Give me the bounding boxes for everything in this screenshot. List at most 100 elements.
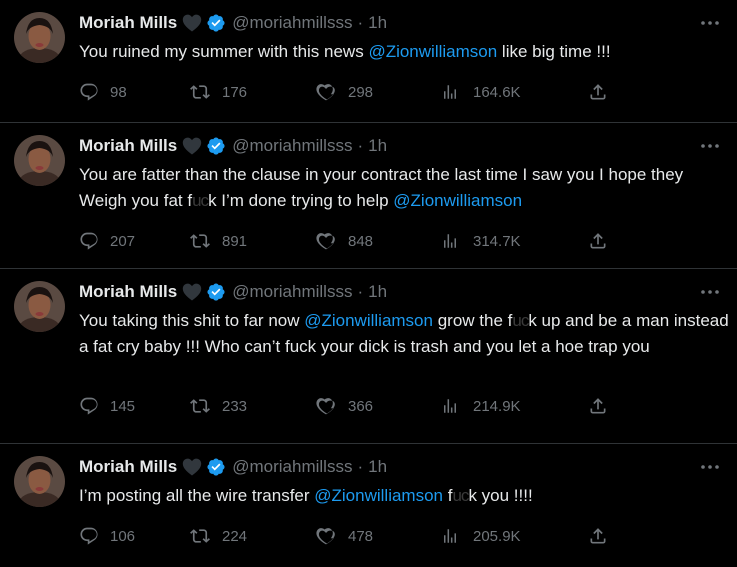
tweet-header: Moriah Mills @moriahmillsss · 1h <box>79 456 387 478</box>
more-icon[interactable] <box>699 14 721 32</box>
retweet-button[interactable]: 176 <box>189 80 247 104</box>
views-count: 314.7K <box>473 232 521 250</box>
tweet-feed: Moriah Mills @moriahmillsss · 1h You rui… <box>0 0 737 567</box>
views-button[interactable]: 214.9K <box>441 394 521 418</box>
reply-button[interactable]: 106 <box>79 524 135 548</box>
display-name[interactable]: Moriah Mills <box>79 13 177 33</box>
separator-dot: · <box>357 282 364 301</box>
retweet-icon <box>190 85 210 99</box>
avatar[interactable] <box>14 281 65 332</box>
like-button[interactable]: 848 <box>315 229 373 253</box>
retweet-count: 224 <box>222 527 248 545</box>
avatar[interactable] <box>14 135 65 186</box>
reply-button[interactable]: 145 <box>79 394 135 418</box>
text-segment: You ruined my summer with this news <box>79 42 369 61</box>
reply-icon <box>80 83 98 101</box>
more-icon[interactable] <box>699 458 721 476</box>
verified-badge-icon[interactable] <box>206 282 226 302</box>
user-handle[interactable]: @moriahmillsss <box>232 13 352 33</box>
share-button[interactable] <box>588 524 608 548</box>
timestamp[interactable]: 1h <box>368 282 387 302</box>
like-icon <box>316 528 335 545</box>
text-segment: k you !!!! <box>468 486 533 505</box>
text-segment: like big time !!! <box>497 42 611 61</box>
like-button[interactable]: 298 <box>315 80 373 104</box>
views-button[interactable]: 205.9K <box>441 524 521 548</box>
separator-dot: · <box>357 457 364 476</box>
like-count: 848 <box>348 232 374 250</box>
share-button[interactable] <box>588 394 608 418</box>
reply-icon <box>80 527 98 545</box>
share-icon <box>590 528 606 544</box>
tweet-text: You are fatter than the clause in your c… <box>79 162 729 214</box>
tweet[interactable]: Moriah Mills @moriahmillsss · 1h You are… <box>0 123 737 269</box>
like-button[interactable]: 478 <box>315 524 373 548</box>
timestamp[interactable]: 1h <box>368 457 387 477</box>
like-icon <box>316 233 335 250</box>
avatar[interactable] <box>14 12 65 63</box>
retweet-count: 891 <box>222 232 248 250</box>
mention-link[interactable]: @Zionwilliamson <box>368 42 497 61</box>
reply-button[interactable]: 207 <box>79 229 135 253</box>
separator-dot: · <box>357 13 364 32</box>
retweet-button[interactable]: 233 <box>189 394 247 418</box>
like-count: 298 <box>348 83 374 101</box>
reply-count: 207 <box>110 232 136 250</box>
tweet-actions: 106 224 478 205.9K <box>79 524 619 548</box>
retweet-icon <box>190 399 210 413</box>
views-icon <box>444 234 456 248</box>
views-button[interactable]: 164.6K <box>441 80 521 104</box>
mention-link[interactable]: @Zionwilliamson <box>314 486 443 505</box>
user-handle[interactable]: @moriahmillsss <box>232 282 352 302</box>
retweet-count: 176 <box>222 83 248 101</box>
censored-letters: uc <box>192 191 209 210</box>
reply-button[interactable]: 98 <box>79 80 127 104</box>
retweet-icon <box>190 234 210 248</box>
more-icon[interactable] <box>699 283 721 301</box>
text-segment: You taking this shit to far now <box>79 311 305 330</box>
more-icon[interactable] <box>699 137 721 155</box>
verified-badge-icon[interactable] <box>206 136 226 156</box>
retweet-count: 233 <box>222 397 248 415</box>
share-button[interactable] <box>588 80 608 104</box>
avatar[interactable] <box>14 456 65 507</box>
tweet-text: You ruined my summer with this news @Zio… <box>79 39 729 65</box>
tweet-header: Moriah Mills @moriahmillsss · 1h <box>79 281 387 303</box>
like-icon <box>316 398 335 415</box>
timestamp[interactable]: 1h <box>368 13 387 33</box>
timestamp[interactable]: 1h <box>368 136 387 156</box>
tweet-text: I’m posting all the wire transfer @Zionw… <box>79 483 729 509</box>
views-count: 205.9K <box>473 527 521 545</box>
verified-badge-icon[interactable] <box>206 13 226 33</box>
views-button[interactable]: 314.7K <box>441 229 521 253</box>
text-segment: I’m posting all the wire transfer <box>79 486 315 505</box>
black-heart-emoji <box>182 283 202 301</box>
text-segment: k I’m done trying to help <box>208 191 394 210</box>
like-icon <box>316 84 335 101</box>
retweet-button[interactable]: 224 <box>189 524 247 548</box>
tweet-actions: 145 233 366 214.9K <box>79 394 619 418</box>
like-button[interactable]: 366 <box>315 394 373 418</box>
share-icon <box>590 233 606 249</box>
display-name[interactable]: Moriah Mills <box>79 282 177 302</box>
tweet[interactable]: Moriah Mills @moriahmillsss · 1h I’m pos… <box>0 444 737 567</box>
user-handle[interactable]: @moriahmillsss <box>232 136 352 156</box>
tweet-actions: 207 891 848 314.7K <box>79 229 619 253</box>
like-count: 478 <box>348 527 374 545</box>
share-button[interactable] <box>588 229 608 253</box>
reply-icon <box>80 397 98 415</box>
tweet[interactable]: Moriah Mills @moriahmillsss · 1h You tak… <box>0 269 737 444</box>
mention-link[interactable]: @Zionwilliamson <box>393 191 522 210</box>
display-name[interactable]: Moriah Mills <box>79 457 177 477</box>
display-name[interactable]: Moriah Mills <box>79 136 177 156</box>
tweet[interactable]: Moriah Mills @moriahmillsss · 1h You rui… <box>0 0 737 123</box>
user-handle[interactable]: @moriahmillsss <box>232 457 352 477</box>
retweet-button[interactable]: 891 <box>189 229 247 253</box>
tweet-header: Moriah Mills @moriahmillsss · 1h <box>79 12 387 34</box>
separator-dot: · <box>357 136 364 155</box>
censored-letters: uc <box>512 311 529 330</box>
mention-link[interactable]: @Zionwilliamson <box>304 311 433 330</box>
views-icon <box>444 85 456 99</box>
like-count: 366 <box>348 397 374 415</box>
verified-badge-icon[interactable] <box>206 457 226 477</box>
